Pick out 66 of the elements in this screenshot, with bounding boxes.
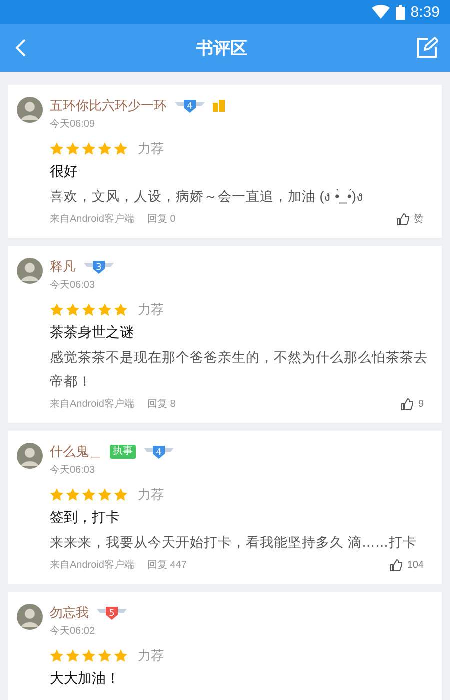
user-name[interactable]: 勿忘我: [50, 604, 89, 622]
rating-label: 力荐: [138, 486, 164, 504]
star-icon: [98, 142, 112, 156]
like-button[interactable]: 赞: [397, 212, 424, 226]
wifi-icon: [372, 5, 390, 19]
star-icon: [82, 649, 96, 663]
post-time: 今天06:03: [50, 464, 96, 477]
thumbs-up-icon: [390, 558, 404, 572]
battery-icon: [396, 4, 405, 20]
post-time: 今天06:03: [50, 279, 96, 292]
avatar[interactable]: [17, 97, 43, 123]
review-text: 来来来，我要从今天开始打卡，看我能坚持多久 滴……打卡: [50, 534, 418, 552]
client-source: 来自Android客户端: [50, 558, 134, 572]
rating-label: 力荐: [138, 301, 164, 319]
role-tag: 执事: [110, 445, 136, 459]
star-icon: [114, 488, 128, 502]
review-title: 很好: [50, 163, 79, 181]
client-source: 来自Android客户端: [50, 398, 134, 411]
level-badge: 4: [175, 99, 205, 113]
review-title: 大大加油！: [50, 670, 121, 688]
star-icon: [98, 649, 112, 663]
avatar[interactable]: [17, 443, 43, 469]
star-icon: [50, 649, 64, 663]
review-title: 签到，打卡: [50, 509, 121, 527]
star-icon: [66, 649, 80, 663]
post-time: 今天06:02: [50, 625, 96, 638]
rating-label: 力荐: [138, 647, 164, 665]
avatar[interactable]: [17, 258, 43, 284]
user-name[interactable]: 什么鬼＿: [50, 443, 102, 461]
star-icon: [82, 488, 96, 502]
reply-count[interactable]: 回复 0: [147, 212, 176, 226]
star-icon: [66, 142, 80, 156]
star-icon: [114, 142, 128, 156]
like-button[interactable]: 9: [401, 398, 424, 410]
user-name[interactable]: 五环你比六环少一环: [50, 97, 167, 115]
star-icon: [50, 488, 64, 502]
page-title: 书评区: [196, 38, 248, 60]
clock: 8:39: [410, 4, 440, 20]
avatar[interactable]: [17, 604, 43, 630]
star-icon: [66, 303, 80, 317]
level-badge: 4: [144, 445, 174, 459]
review-title: 茶茶身世之谜: [50, 324, 135, 342]
thumbs-up-icon: [397, 212, 410, 226]
star-icon: [82, 303, 96, 317]
reply-count[interactable]: 回复 8: [147, 397, 176, 411]
star-icon: [50, 303, 64, 317]
star-icon: [98, 303, 112, 317]
rating-label: 力荐: [138, 140, 164, 158]
star-icon: [66, 488, 80, 502]
star-icon: [114, 649, 128, 663]
level-badge: 5: [97, 606, 127, 620]
star-icon: [50, 142, 64, 156]
level-badge: 3: [84, 260, 114, 274]
back-button[interactable]: [14, 38, 28, 58]
review-text: 感觉茶茶不是现在那个爸爸亲生的，不然为什么那么怕茶茶去帝都！: [50, 349, 429, 391]
reply-count[interactable]: 回复 447: [147, 558, 187, 572]
star-icon: [114, 303, 128, 317]
star-icon: [98, 488, 112, 502]
post-time: 今天06:09: [50, 118, 96, 131]
edit-button[interactable]: [416, 37, 438, 59]
user-name[interactable]: 释凡: [50, 258, 76, 276]
like-button[interactable]: 104: [390, 558, 424, 572]
thumbs-up-icon: [401, 398, 414, 410]
client-source: 来自Android客户端: [50, 212, 134, 226]
review-text: 喜欢，文风，人设，病娇～会一直追，加油 (ง •̀_•́)ง: [50, 188, 364, 206]
star-icon: [82, 142, 96, 156]
